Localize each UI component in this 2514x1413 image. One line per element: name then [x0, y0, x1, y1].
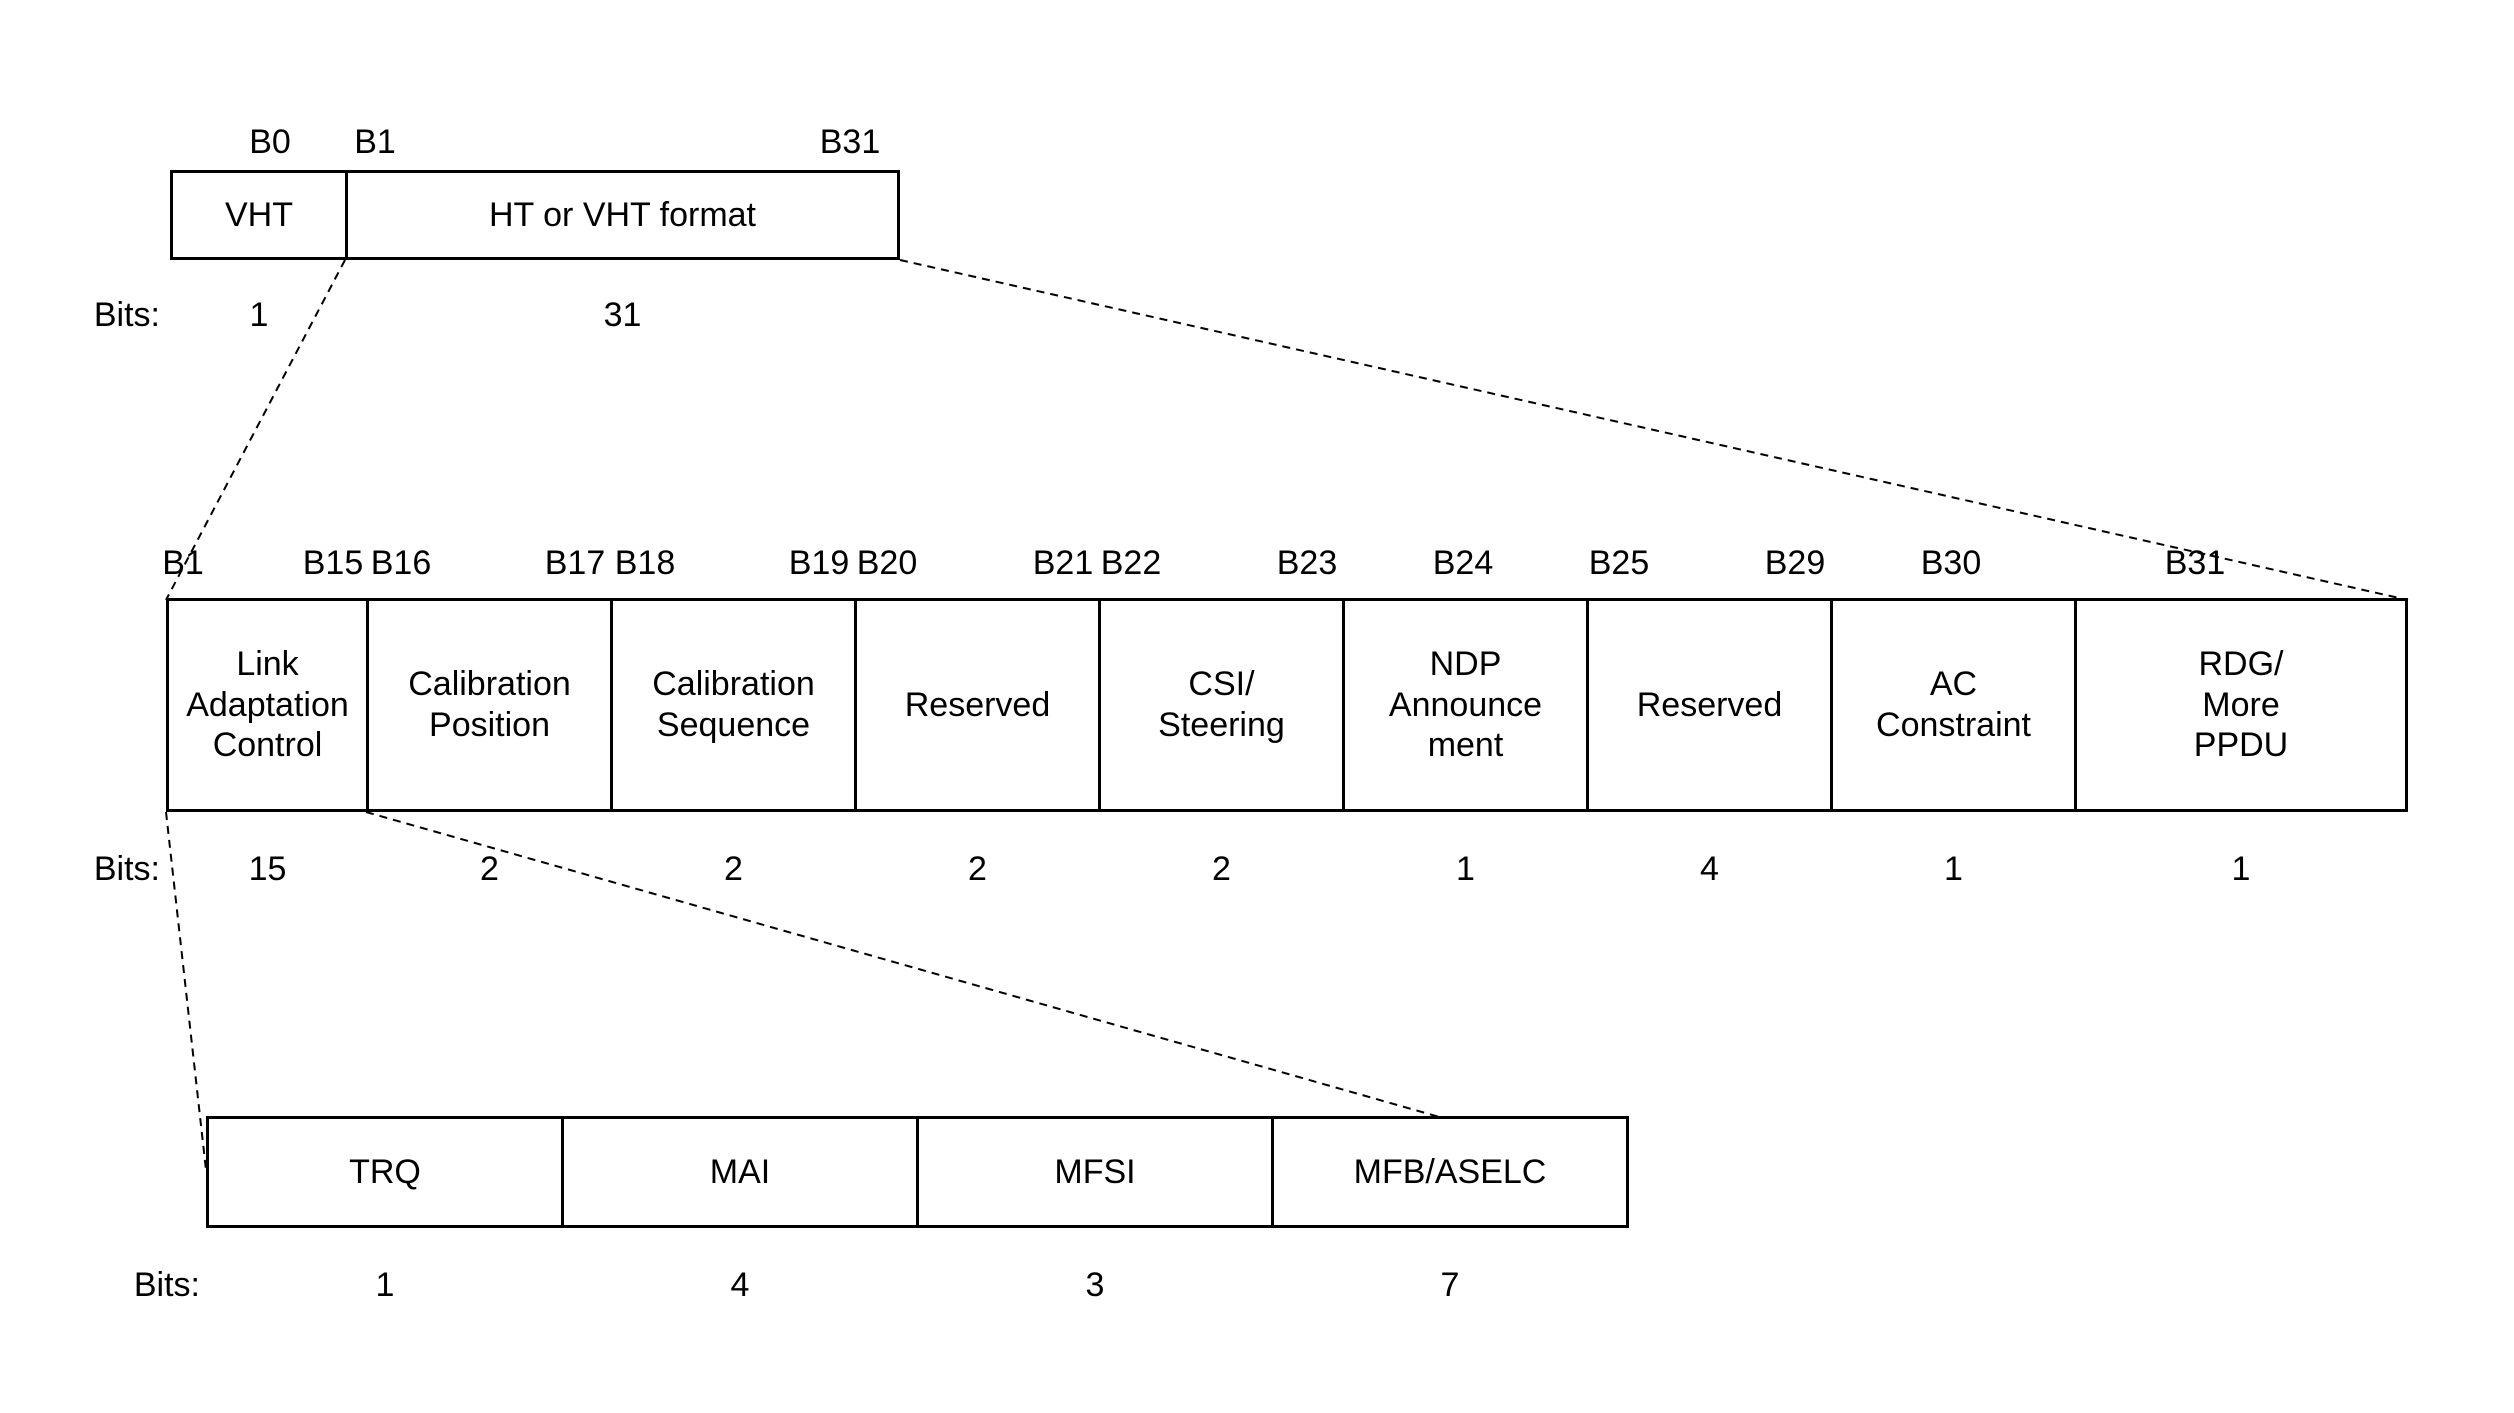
row2-bits-6: 4 — [1586, 850, 1833, 889]
row1-bits-label: Bits: — [60, 296, 160, 335]
row3-bits-3: 7 — [1271, 1266, 1629, 1305]
row2-bitlabel-b29: B29 — [1760, 544, 1830, 583]
row2-bits-0: 15 — [166, 850, 369, 889]
row2-field-ndp-announcement: NDP Announce ment — [1342, 598, 1589, 812]
row2-bitlabel-b20: B20 — [852, 544, 922, 583]
row2-bitlabel-b16: B16 — [366, 544, 436, 583]
row3-bits-1: 4 — [561, 1266, 919, 1305]
row2-bits-label: Bits: — [60, 850, 160, 889]
row1-bitlabel-b1: B1 — [345, 123, 405, 162]
row2-field-calibration-position: Calibration Position — [366, 598, 613, 812]
row2-field-link-adaptation-control: Link Adaptation Control — [166, 598, 369, 812]
row3-bits-2: 3 — [916, 1266, 1274, 1305]
row2-bitlabel-b19: B19 — [784, 544, 854, 583]
row1-bits-vht: 1 — [170, 296, 348, 335]
row2-field-calibration-sequence: Calibration Sequence — [610, 598, 857, 812]
row1-bits-ht-or-vht: 31 — [345, 296, 900, 335]
row1-bitlabel-b0: B0 — [240, 123, 300, 162]
row2-bits-7: 1 — [1830, 850, 2077, 889]
row2-field-reserved-2: Reserved — [1586, 598, 1833, 812]
row2-bitlabel-b17: B17 — [540, 544, 610, 583]
row2-bits-4: 2 — [1098, 850, 1345, 889]
row3-field-trq: TRQ — [206, 1116, 564, 1228]
row3-field-mfsi: MFSI — [916, 1116, 1274, 1228]
row2-bitlabel-b31: B31 — [2160, 544, 2230, 583]
row3-field-mai: MAI — [561, 1116, 919, 1228]
frame-format-diagram: B0 B1 B31 VHT HT or VHT format Bits: 1 3… — [40, 40, 2474, 1373]
row2-bitlabel-b24: B24 — [1428, 544, 1498, 583]
row1-field-vht: VHT — [170, 170, 348, 260]
row2-bitlabel-b21: B21 — [1028, 544, 1098, 583]
row2-bitlabel-b25: B25 — [1584, 544, 1654, 583]
row2-field-csi-steering: CSI/ Steering — [1098, 598, 1345, 812]
row2-bits-5: 1 — [1342, 850, 1589, 889]
row2-bits-3: 2 — [854, 850, 1101, 889]
row3-field-mfb-aselc: MFB/ASELC — [1271, 1116, 1629, 1228]
row2-field-ac-constraint: AC Constraint — [1830, 598, 2077, 812]
row2-bits-2: 2 — [610, 850, 857, 889]
row1-field-ht-or-vht-format: HT or VHT format — [345, 170, 900, 260]
row2-bitlabel-b18: B18 — [610, 544, 680, 583]
row3-bits-0: 1 — [206, 1266, 564, 1305]
row1-bitlabel-b31: B31 — [810, 123, 890, 162]
row2-bitlabel-b22: B22 — [1096, 544, 1166, 583]
row2-bitlabel-b23: B23 — [1272, 544, 1342, 583]
row3-bits-label: Bits: — [100, 1266, 200, 1305]
row2-field-rdg-more-ppdu: RDG/ More PPDU — [2074, 598, 2408, 812]
row2-bits-8: 1 — [2074, 850, 2408, 889]
row2-bitlabel-b15: B15 — [298, 544, 368, 583]
row2-bits-1: 2 — [366, 850, 613, 889]
row2-bitlabel-b30: B30 — [1916, 544, 1986, 583]
row2-bitlabel-b1: B1 — [158, 544, 208, 583]
row2-field-reserved-1: Reserved — [854, 598, 1101, 812]
